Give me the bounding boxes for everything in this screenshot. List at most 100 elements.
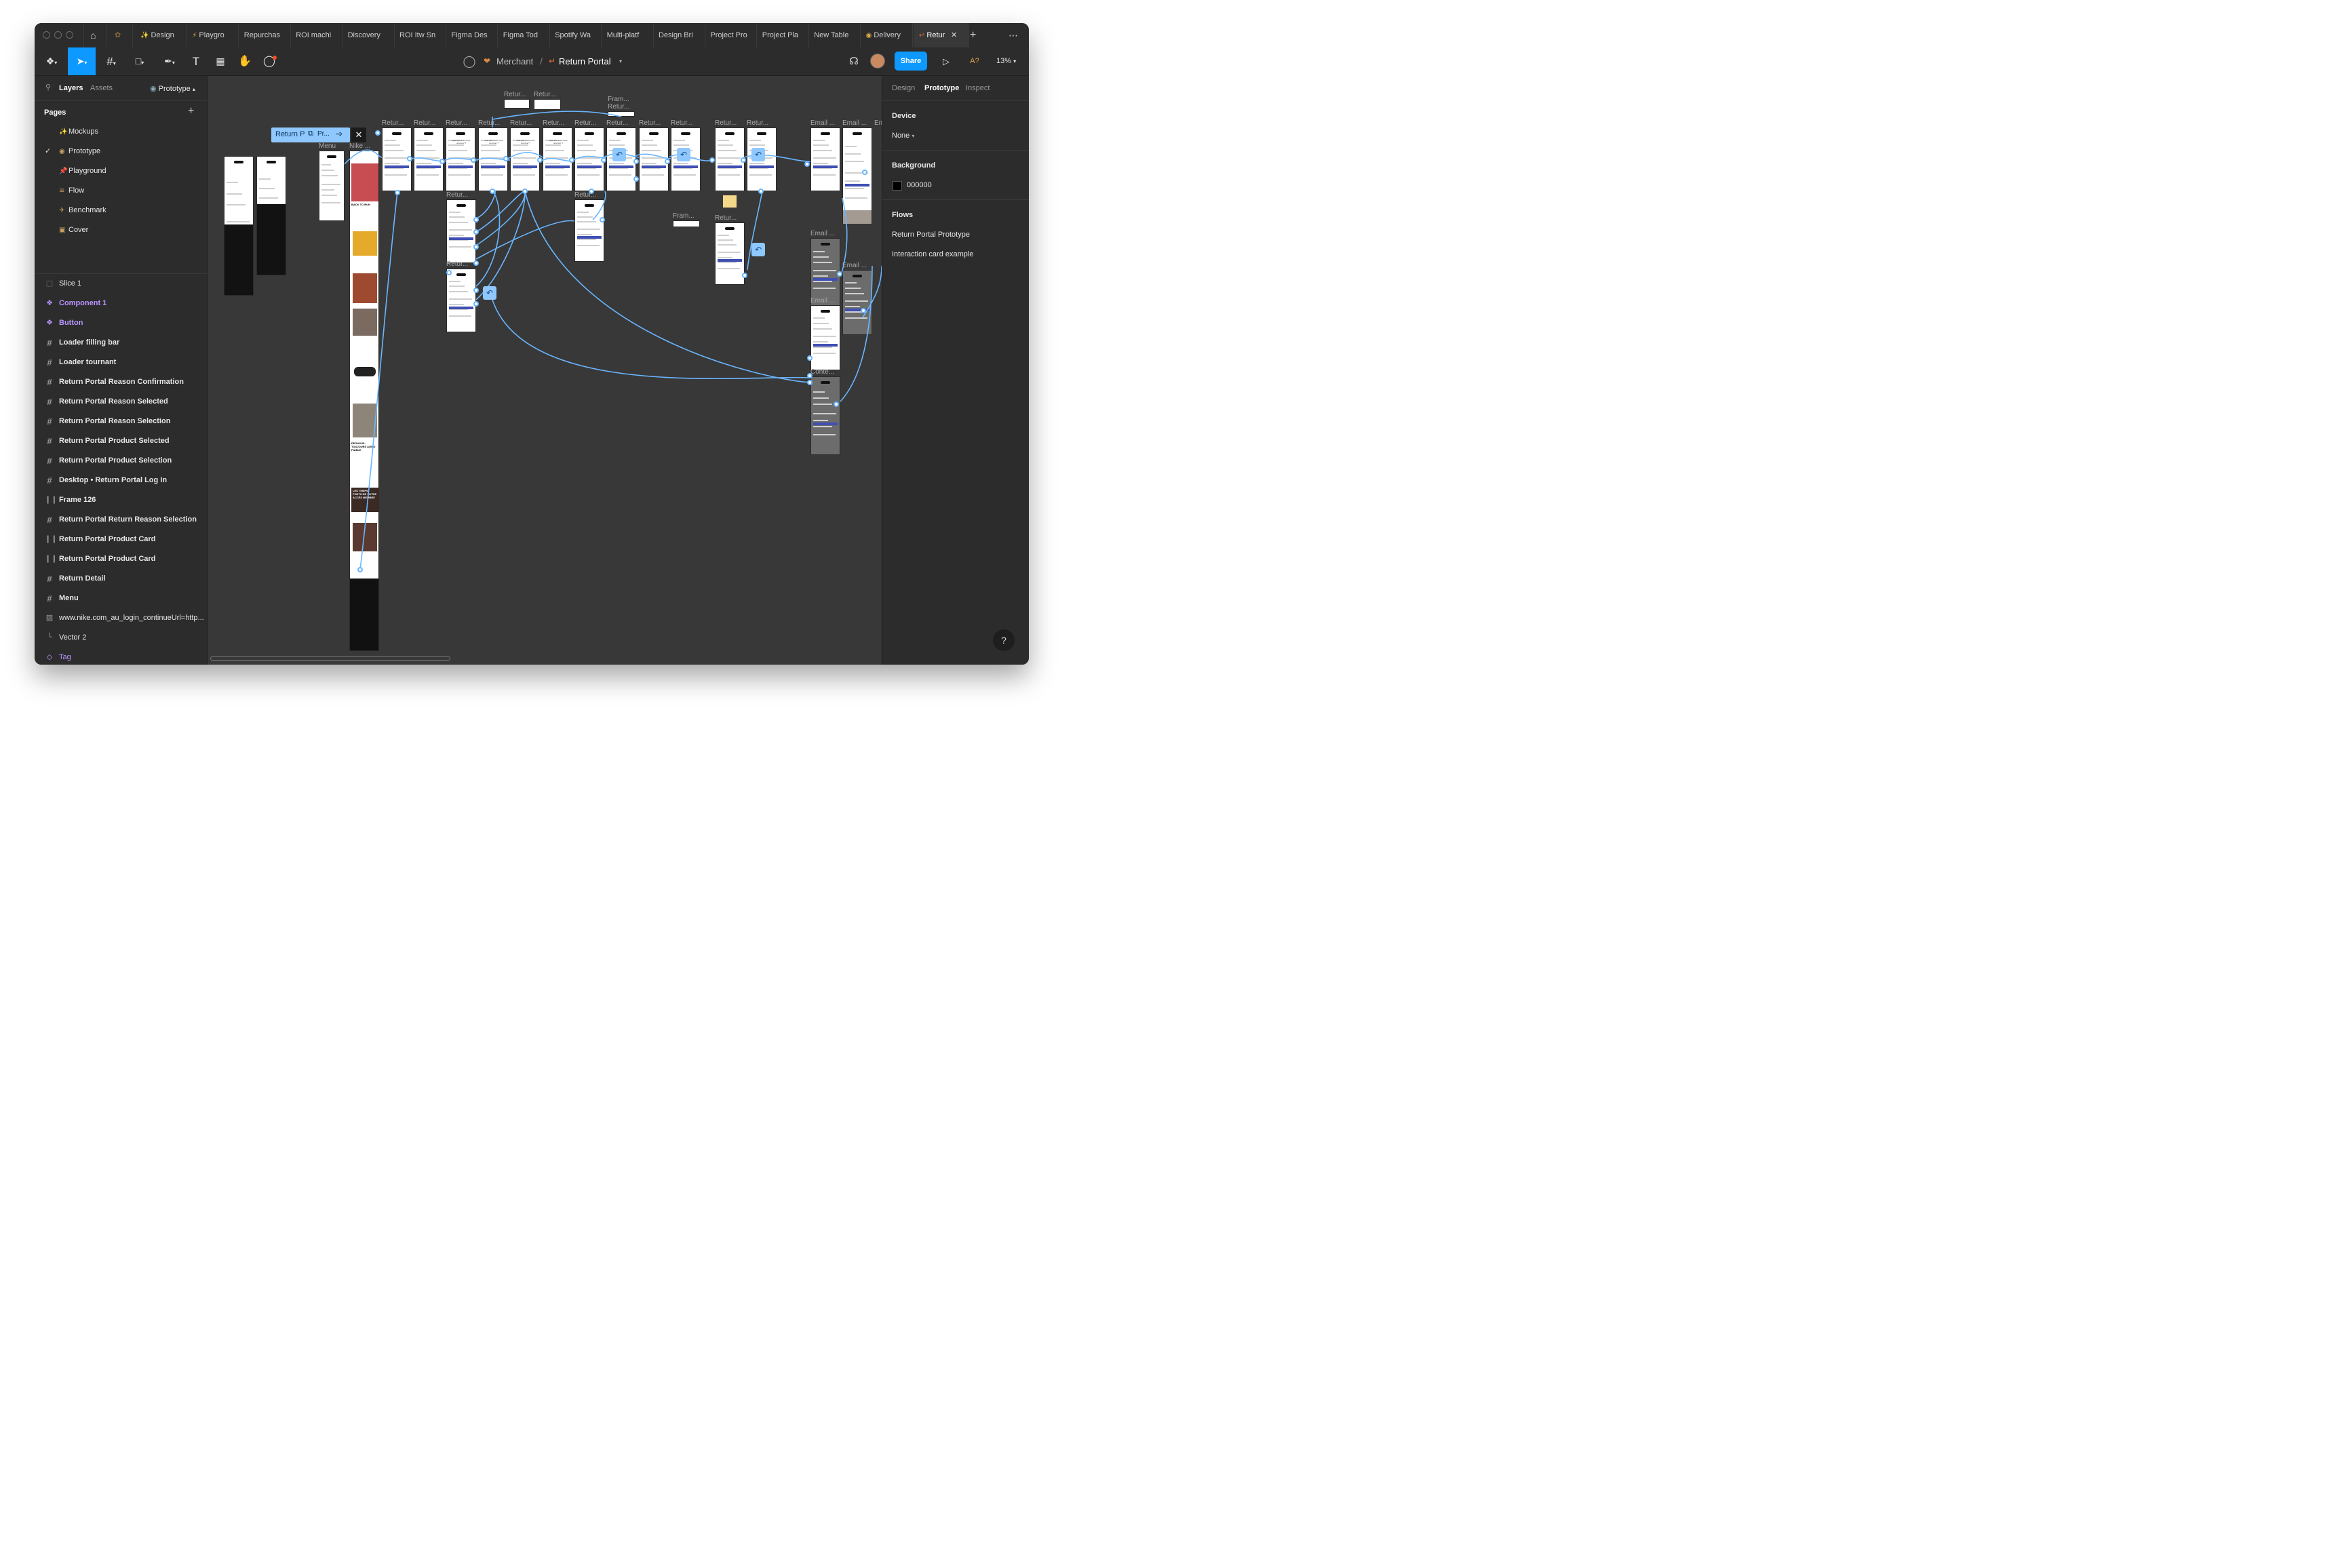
autofix-label[interactable]: A? xyxy=(966,47,983,75)
avatar[interactable] xyxy=(870,54,885,68)
search-icon[interactable]: ⚲ xyxy=(45,83,51,92)
connection-wire[interactable] xyxy=(475,191,526,300)
background-hex[interactable]: 000000 xyxy=(907,181,932,189)
connection-node[interactable] xyxy=(473,244,479,250)
tab-figma-des[interactable]: Figma Des xyxy=(451,23,494,47)
tab-repurchas[interactable]: Repurchas xyxy=(244,23,288,47)
hand-tool-icon[interactable]: ✋ xyxy=(237,47,253,75)
tab-playgro[interactable]: ⚡ Playgro xyxy=(192,23,235,47)
connection-wire[interactable] xyxy=(475,220,575,260)
page-item[interactable]: ✨ Mockups xyxy=(35,122,207,142)
play-icon[interactable]: ▷ xyxy=(939,47,953,75)
layer-item[interactable]: # Return Portal Product Selection xyxy=(35,451,207,471)
layer-item[interactable]: # Return Detail xyxy=(35,569,207,589)
horizontal-scrollbar[interactable] xyxy=(210,656,450,661)
connection-wire[interactable] xyxy=(344,149,383,165)
connection-wire[interactable] xyxy=(475,189,496,219)
new-tab-button[interactable]: + xyxy=(970,23,979,47)
connection-node[interactable] xyxy=(837,271,842,277)
move-tool-button[interactable]: ➤▾ xyxy=(68,47,96,75)
layer-item[interactable]: # Return Portal Return Reason Selection xyxy=(35,510,207,530)
connection-node[interactable] xyxy=(601,157,606,163)
tab-new-table[interactable]: New Table xyxy=(814,23,857,47)
connection-wire[interactable] xyxy=(840,197,848,276)
tab-roi-machi[interactable]: ROI machi xyxy=(296,23,339,47)
connection-wire[interactable] xyxy=(592,191,606,220)
page-switcher[interactable]: ◉ Prototype ▴ xyxy=(150,84,195,93)
page-item[interactable]: 📌 Playground xyxy=(35,161,207,181)
connection-node[interactable] xyxy=(633,176,639,182)
connection-wire[interactable] xyxy=(634,153,671,159)
connection-node[interactable] xyxy=(407,156,412,161)
chevron-down-icon[interactable]: ▾ xyxy=(617,47,625,75)
tab-project-pla[interactable]: Project Pla xyxy=(762,23,806,47)
connection-node[interactable] xyxy=(357,567,363,572)
tab-design[interactable]: ✨ Design xyxy=(140,23,184,47)
layer-item[interactable]: # Desktop • Return Portal Log In xyxy=(35,471,207,490)
selection-toolbar[interactable]: Return P ⧉ Pr... ➩ xyxy=(271,128,350,142)
tab-layers[interactable]: Layers xyxy=(59,84,83,92)
share-button[interactable]: Share xyxy=(895,52,927,71)
zoom-level[interactable]: 13% ▾ xyxy=(996,47,1019,75)
link-icon[interactable]: ➩ xyxy=(336,130,343,138)
back-action-icon[interactable]: ↶ xyxy=(483,286,496,300)
connection-wire[interactable] xyxy=(840,265,873,402)
connection-node[interactable] xyxy=(633,159,639,164)
resources-icon[interactable]: ▦ xyxy=(212,47,229,75)
layer-item[interactable]: ❙❙ Return Portal Product Card xyxy=(35,549,207,569)
background-swatch[interactable] xyxy=(893,181,902,191)
connection-node[interactable] xyxy=(471,157,476,163)
tab-discovery[interactable]: Discovery xyxy=(348,23,391,47)
connection-node[interactable] xyxy=(804,161,810,167)
close-icon[interactable]: ✕ xyxy=(351,128,366,142)
headphones-icon[interactable]: ☊ xyxy=(847,47,861,75)
connection-node[interactable] xyxy=(537,157,543,163)
connection-node[interactable] xyxy=(807,380,813,385)
connection-wire[interactable] xyxy=(475,191,526,233)
page-item[interactable]: ≋ Flow xyxy=(35,181,207,201)
window-close-button[interactable] xyxy=(43,31,50,39)
page-item[interactable]: ✈ Benchmark xyxy=(35,201,207,220)
layer-item[interactable]: # Return Portal Reason Confirmation xyxy=(35,372,207,392)
tab-return-portal[interactable]: ↵ Retur ✕ xyxy=(919,23,966,47)
connection-node[interactable] xyxy=(503,156,509,161)
connection-wire[interactable] xyxy=(668,154,716,161)
tab-roi-itw-sn[interactable]: ROI Itw Sn xyxy=(399,23,443,47)
help-button[interactable]: ? xyxy=(993,629,1015,651)
connection-node[interactable] xyxy=(807,373,813,378)
flow-item[interactable]: Return Portal Prototype xyxy=(892,231,970,239)
connection-node[interactable] xyxy=(807,355,813,361)
tab-delivery[interactable]: ◉ Delivery xyxy=(866,23,909,47)
tab-inspect[interactable]: Inspect xyxy=(966,84,990,92)
breadcrumb-file[interactable]: Return Portal xyxy=(559,47,620,75)
tab-spotify-wa[interactable]: Spotify Wa xyxy=(555,23,598,47)
layer-item[interactable]: ❖ Button xyxy=(35,313,207,333)
main-menu-icon[interactable]: ❖▾ xyxy=(41,47,62,75)
layer-item[interactable]: # Loader tournant xyxy=(35,353,207,372)
connection-node[interactable] xyxy=(473,288,479,293)
connection-node[interactable] xyxy=(522,189,528,194)
connection-node[interactable] xyxy=(395,190,400,195)
device-select[interactable]: None ▾ xyxy=(892,132,914,140)
breadcrumb-team[interactable]: Merchant xyxy=(496,47,537,75)
layer-item[interactable]: ╰ Vector 2 xyxy=(35,628,207,648)
back-action-icon[interactable]: ↶ xyxy=(751,243,765,256)
layer-item[interactable]: # Loader filling bar xyxy=(35,333,207,353)
tab-figma-tod[interactable]: Figma Tod xyxy=(503,23,547,47)
layer-item[interactable]: ❖ Component 1 xyxy=(35,294,207,313)
connection-wire[interactable] xyxy=(524,191,811,383)
connection-node[interactable] xyxy=(473,217,479,222)
connection-node[interactable] xyxy=(473,229,479,235)
tab-multi-platf[interactable]: Multi-platf xyxy=(607,23,650,47)
connection-wire[interactable] xyxy=(492,111,622,120)
connection-node[interactable] xyxy=(375,130,380,136)
tab-design-bri[interactable]: Design Bri xyxy=(659,23,702,47)
canvas[interactable]: Menu Nike ... BACK TO RUN PEGASUS : TOUJOUR… xyxy=(208,76,882,665)
connection-wire[interactable] xyxy=(475,191,526,246)
more-menu-icon[interactable]: ⋯ xyxy=(1009,23,1022,47)
window-minimize-button[interactable] xyxy=(54,31,62,39)
connection-wire[interactable] xyxy=(359,191,398,570)
connection-node[interactable] xyxy=(446,270,452,275)
layer-item[interactable]: ▨ www.nike.com_au_login_continueUrl=http.… xyxy=(35,608,207,628)
layer-item[interactable]: # Menu xyxy=(35,589,207,608)
